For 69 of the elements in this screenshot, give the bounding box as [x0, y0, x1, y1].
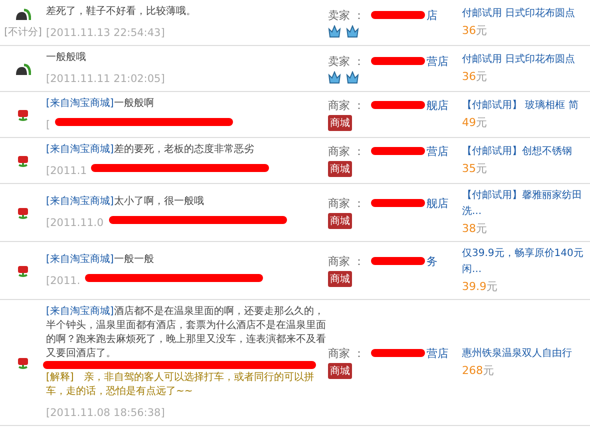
mall-badge: 商城: [328, 363, 352, 379]
seller-label: 商家 ：: [328, 144, 364, 159]
shop-name[interactable]: 舰店: [426, 98, 448, 113]
review-comment: 差死了，鞋子不好看，比较薄哦。: [46, 5, 197, 19]
shop-name[interactable]: 务: [426, 254, 438, 269]
review-comment: [来自淘宝商城]差的要死，老板的态度非常恶劣: [46, 143, 255, 157]
review-date: [2011.11.0: [46, 217, 104, 229]
product-price: 39.9元: [462, 279, 498, 294]
redaction-mark: [370, 56, 426, 66]
product-link[interactable]: 付邮试用 日式印花布圆点: [462, 53, 590, 67]
seller-label: 卖家 ：: [328, 8, 364, 22]
mall-badge: 商城: [328, 271, 352, 287]
seller-label: 商家 ：: [328, 254, 364, 269]
mall-badge: 商城: [328, 161, 352, 177]
shop-name[interactable]: 营店: [426, 144, 448, 159]
redaction-mark: [370, 10, 426, 20]
review-date: [2011.11.08 18:56:38]: [46, 407, 165, 419]
score-note: [不计分]: [4, 26, 42, 38]
shop-name[interactable]: 营店: [426, 54, 448, 68]
product-price: 38元: [462, 221, 488, 236]
review-comment: [来自淘宝商城]太小了啊，很一般哦: [46, 195, 205, 209]
product-link[interactable]: 付邮试用 日式印花布圆点: [462, 7, 590, 21]
product-link[interactable]: 【付邮试用】创想不锈钢: [462, 145, 590, 159]
redaction-mark: [370, 348, 426, 358]
flower-icon: [16, 356, 30, 370]
review-date: [2011.: [46, 275, 80, 287]
review-comment: [来自淘宝商城]一般一般: [46, 253, 155, 267]
review-comment: [来自淘宝商城]一般般啊: [46, 97, 155, 111]
flower-icon: [16, 154, 30, 168]
shop-name[interactable]: 营店: [426, 346, 448, 361]
redaction-mark: [370, 146, 426, 156]
mall-badge: 商城: [328, 213, 352, 229]
product-link[interactable]: 仅39.9元，畅享原价140元: [462, 247, 590, 261]
product-link[interactable]: 【付邮试用】 玻璃相框 简: [462, 99, 590, 113]
crown-icon: [328, 24, 341, 38]
seller-label: 商家 ：: [328, 196, 364, 211]
crown-icon: [346, 24, 359, 38]
seller-label: 商家 ：: [328, 98, 364, 113]
mall-badge: 商城: [328, 115, 352, 131]
product-price: 268元: [462, 363, 495, 378]
seller-reply: [解释] 亲，非自驾的客人可以选择打车，或者同行的可以拼车，走的话，恐怕是有点远了~~: [46, 371, 315, 399]
crown-icon: [328, 70, 341, 84]
product-link[interactable]: 闲...: [462, 263, 590, 277]
seller-label: 卖家 ：: [328, 54, 364, 68]
shop-name[interactable]: 舰店: [426, 196, 448, 211]
product-price: 35元: [462, 161, 488, 176]
flower-icon: [16, 108, 30, 122]
review-date: [: [46, 119, 50, 131]
buyer-level-icon: [15, 6, 31, 20]
seller-label: 商家 ：: [328, 346, 364, 361]
review-date: [2011.1: [46, 165, 87, 177]
product-link[interactable]: 惠州铁泉温泉双人自由行: [462, 347, 590, 361]
review-date: [2011.11.13 22:54:43]: [46, 27, 165, 39]
crown-icon: [346, 70, 359, 84]
review-comment: [来自淘宝商城]酒店都不是在温泉里面的啊，还要走那么久的，半个钟头，温泉里面都有酒店，套票为什么酒店不是在温泉里面的啊？跑来跑去麻烦死了，晚上那里又没车，连表演都来不及看又要回酒店了。: [46, 305, 327, 361]
product-link[interactable]: 洗...: [462, 205, 590, 219]
redaction-mark: [370, 100, 426, 110]
product-link[interactable]: 【付邮试用】馨雅丽家纺田: [462, 189, 590, 203]
redaction-mark: [370, 256, 426, 266]
product-price: 49元: [462, 115, 488, 130]
shop-name[interactable]: 店: [426, 8, 438, 22]
product-price: 36元: [462, 23, 488, 38]
buyer-level-icon: [15, 62, 31, 76]
flower-icon: [16, 264, 30, 278]
review-comment: 一般般哦: [46, 51, 87, 65]
flower-icon: [16, 206, 30, 220]
redaction-mark: [370, 198, 426, 208]
review-date: [2011.11.11 21:02:05]: [46, 73, 165, 85]
product-price: 36元: [462, 69, 488, 84]
